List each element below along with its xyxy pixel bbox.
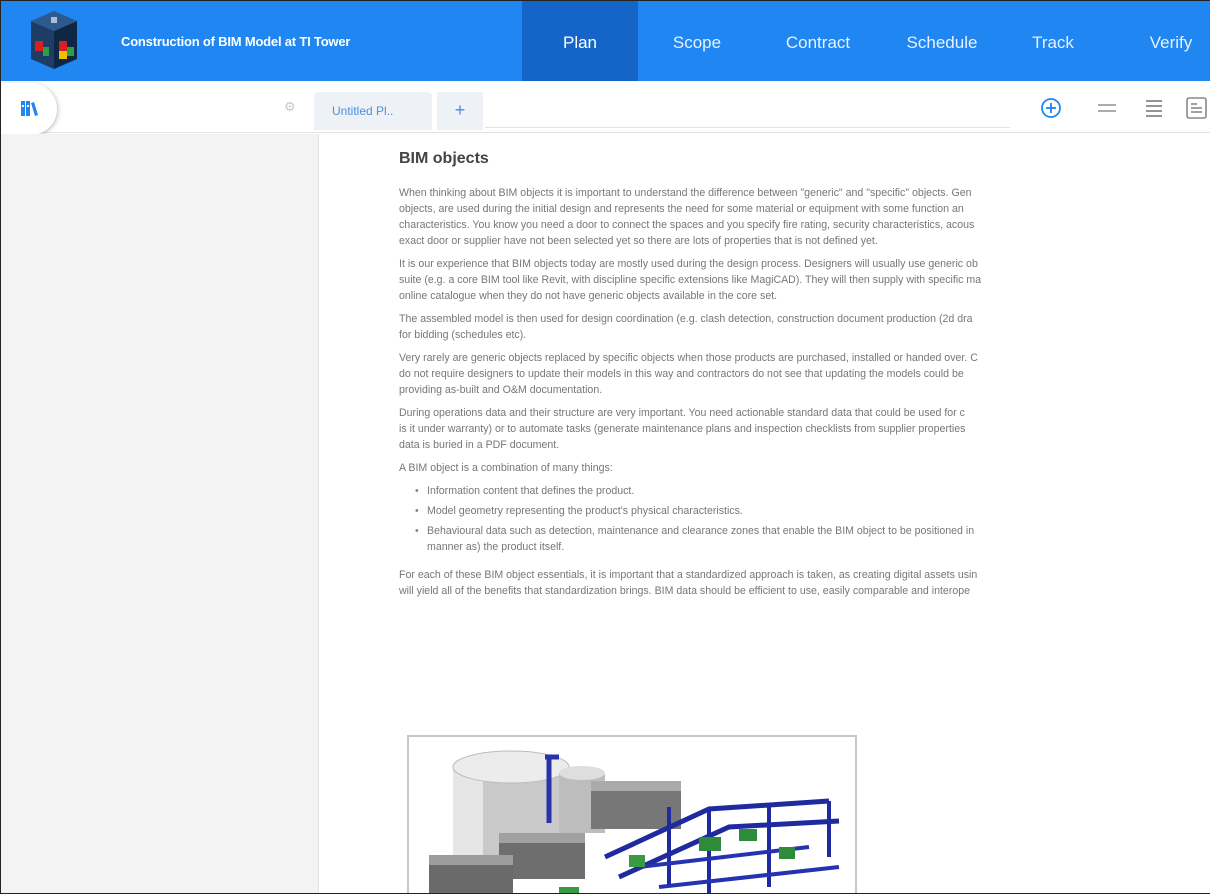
project-title[interactable]: Construction of BIM Model at TI Tower	[121, 34, 350, 49]
bim-plant-illustration	[429, 750, 840, 893]
nav-verify[interactable]: Verify	[1131, 1, 1210, 81]
document-heading: BIM objects	[399, 150, 489, 167]
tab-settings-gear-icon[interactable]: ⚙	[284, 99, 296, 115]
document-body: BIM objects When thinking about BIM obje…	[399, 150, 1210, 606]
nav-scope[interactable]: Scope	[649, 1, 745, 81]
library-icon	[21, 101, 38, 116]
tab-strip-divider	[485, 127, 1010, 128]
left-side-panel	[1, 134, 319, 893]
tab-label: Untitled Pl..	[332, 104, 394, 118]
add-tab-button[interactable]: +	[437, 92, 483, 130]
top-nav-bar: Construction of BIM Model at TI Tower Pl…	[1, 1, 1210, 81]
paragraph: The assembled model is then used for des…	[399, 313, 973, 341]
paragraph: For each of these BIM object essentials,…	[399, 569, 978, 597]
app-logo[interactable]	[25, 7, 83, 73]
list-item: Information content that defines the pro…	[415, 483, 1210, 499]
nav-plan[interactable]: Plan	[522, 1, 638, 81]
paragraph: A BIM object is a combination of many th…	[399, 462, 613, 474]
minus-lines-icon[interactable]	[1097, 101, 1117, 115]
library-toggle-button[interactable]	[1, 83, 57, 135]
app-window: Construction of BIM Model at TI Tower Pl…	[0, 0, 1210, 894]
nav-contract[interactable]: Contract	[765, 1, 871, 81]
tab-untitled-plan[interactable]: Untitled Pl..	[314, 92, 432, 130]
paragraph: When thinking about BIM objects it is im…	[399, 187, 975, 247]
paragraph: Very rarely are generic objects replaced…	[399, 352, 978, 396]
paragraph: It is our experience that BIM objects to…	[399, 258, 982, 302]
plan-toolbar	[1, 81, 1210, 133]
list-item: Behavioural data such as detection, main…	[415, 523, 1210, 555]
add-circle-icon[interactable]	[1040, 97, 1062, 119]
nav-schedule[interactable]: Schedule	[887, 1, 997, 81]
nav-track[interactable]: Track	[1015, 1, 1091, 81]
list-lines-icon[interactable]	[1145, 99, 1163, 117]
list-item: Model geometry representing the product'…	[415, 503, 1210, 519]
bullet-list: Information content that defines the pro…	[415, 483, 1210, 555]
paragraph: During operations data and their structu…	[399, 407, 966, 451]
bim-model-image	[407, 735, 857, 893]
document-icon[interactable]	[1186, 97, 1208, 119]
